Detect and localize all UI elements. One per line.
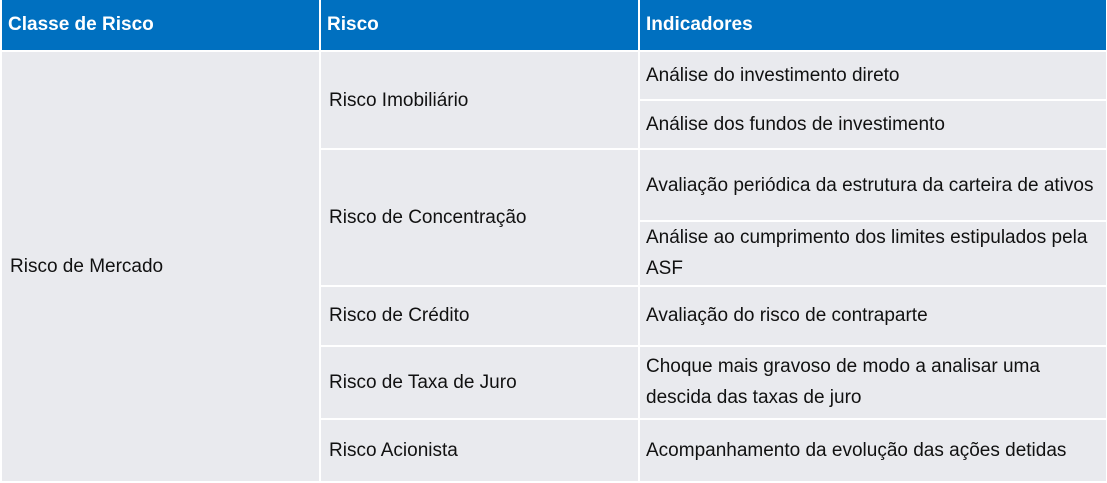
indicator-cell: Avaliação periódica da estrutura da cart…: [639, 149, 1106, 223]
table-row: Risco de Mercado Risco Imobiliário Análi…: [2, 51, 1106, 483]
indicator-cell: Acompanhamento da evolução das ações det…: [639, 418, 1106, 483]
indicator-cell: Análise dos fundos de investimento: [639, 100, 1106, 151]
indicator-cell: Análise do investimento direto: [639, 51, 1106, 102]
indicator-cell: Avaliação do risco de contraparte: [639, 285, 1106, 347]
risk-name-cell: Risco de Concentração: [320, 149, 640, 287]
risk-table-container: Classe de Risco Risco Indicadores Risco …: [0, 0, 1107, 483]
header-indicators: Indicadores: [639, 0, 1106, 52]
risk-name-cell: Risco Acionista: [320, 418, 640, 483]
indicator-cell: Análise ao cumprimento dos limites estip…: [639, 221, 1106, 287]
table-header-row: Classe de Risco Risco Indicadores: [2, 0, 1106, 52]
risk-name-cell: Risco Imobiliário: [320, 51, 640, 151]
risk-class-cell: Risco de Mercado: [2, 51, 321, 483]
header-risk: Risco: [320, 0, 640, 52]
risk-name-cell: Risco de Taxa de Juro: [320, 345, 640, 420]
risk-name-cell: Risco de Crédito: [320, 285, 640, 347]
risk-indicators-table: Classe de Risco Risco Indicadores Risco …: [2, 0, 1106, 483]
indicator-cell: Choque mais gravoso de modo a analisar u…: [639, 345, 1106, 420]
header-risk-class: Classe de Risco: [2, 0, 321, 52]
